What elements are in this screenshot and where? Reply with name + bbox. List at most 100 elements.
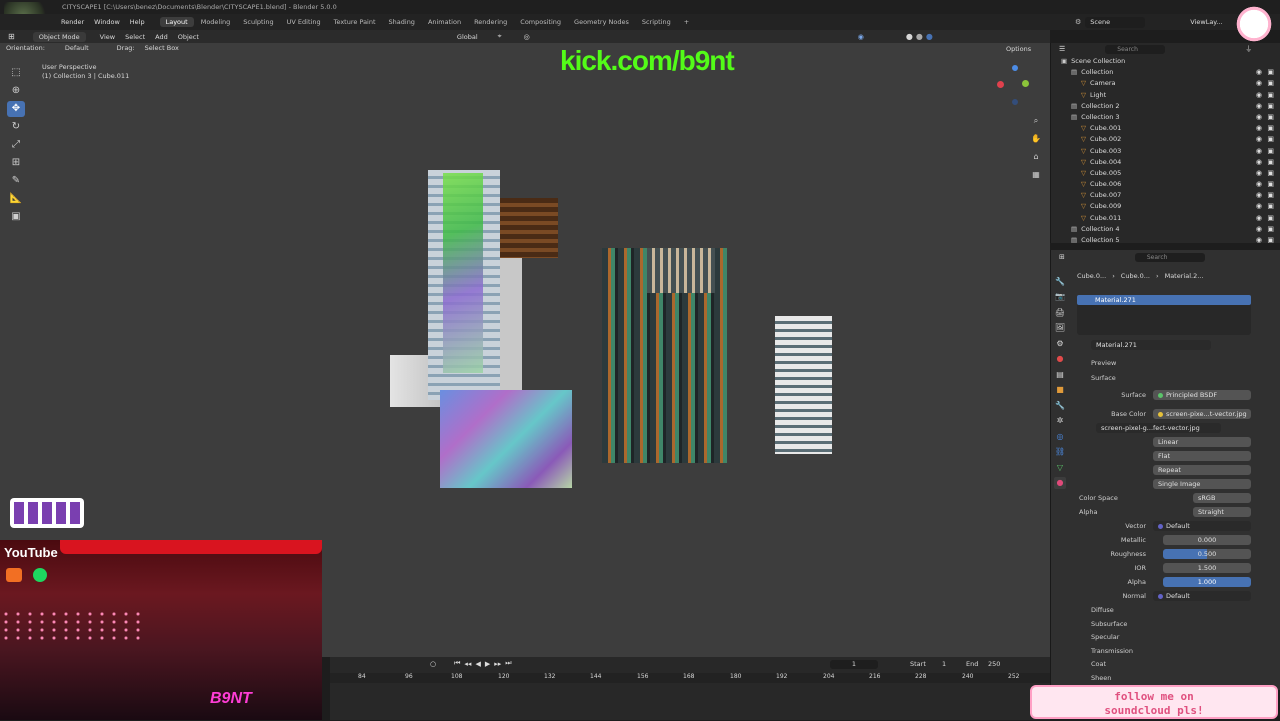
editor-type-icon[interactable]: ⊞ bbox=[8, 32, 15, 41]
tool-tab-icon[interactable]: 🔧 bbox=[1054, 276, 1066, 288]
overlays-icon[interactable]: ◉ bbox=[858, 33, 864, 41]
render-camera-icon[interactable]: ▣ bbox=[1267, 213, 1274, 224]
render-camera-icon[interactable]: ▣ bbox=[1267, 112, 1274, 123]
move-tool-icon[interactable]: ✥ bbox=[7, 101, 25, 117]
timeline-ruler[interactable]: 84 96 108 120 132 144 156 168 180 192 20… bbox=[330, 673, 1050, 683]
cursor-tool-icon[interactable]: ⊕ bbox=[7, 83, 25, 99]
visibility-eye-icon[interactable]: ◉ bbox=[1256, 134, 1262, 145]
orientation-dropdown[interactable]: Default bbox=[65, 44, 89, 52]
visibility-eye-icon[interactable]: ◉ bbox=[1256, 213, 1262, 224]
pan-hand-icon[interactable]: ✋ bbox=[1027, 131, 1045, 147]
axis-x-dot[interactable] bbox=[997, 81, 1004, 88]
visibility-eye-icon[interactable]: ◉ bbox=[1256, 190, 1262, 201]
view-layer-tab-icon[interactable]: 🖼 bbox=[1054, 322, 1066, 334]
normal-field[interactable]: Default bbox=[1153, 591, 1251, 601]
particles-tab-icon[interactable]: ✲ bbox=[1054, 415, 1066, 427]
menu-view[interactable]: View bbox=[100, 33, 115, 41]
breadcrumb-mesh[interactable]: Cube.0... bbox=[1121, 272, 1150, 280]
outliner-item[interactable]: ▽ Cube.005 ◉ ▣ bbox=[1051, 168, 1280, 179]
render-camera-icon[interactable]: ▣ bbox=[1267, 78, 1274, 89]
wood-block[interactable] bbox=[500, 198, 558, 258]
outliner-item[interactable]: ▽ Cube.003 ◉ ▣ bbox=[1051, 146, 1280, 157]
grid-ortho-icon[interactable]: ▦ bbox=[1027, 167, 1045, 183]
glitch-texture-stripe[interactable] bbox=[443, 173, 483, 373]
material-slot-list[interactable]: Material.271 bbox=[1077, 295, 1251, 335]
base-color-field[interactable]: screen-pixe...t-vector.jpg bbox=[1153, 409, 1251, 419]
outliner-item[interactable]: ▤ Collection 3 ◉ ▣ bbox=[1051, 112, 1280, 123]
visibility-eye-icon[interactable]: ◉ bbox=[1256, 224, 1262, 235]
visibility-eye-icon[interactable]: ◉ bbox=[1256, 146, 1262, 157]
visibility-eye-icon[interactable]: ◉ bbox=[1256, 90, 1262, 101]
options-button[interactable]: Options bbox=[1006, 45, 1031, 53]
outliner-item[interactable]: ▤ Collection 5 ◉ ▣ bbox=[1051, 235, 1280, 246]
extension-dropdown[interactable]: Repeat bbox=[1153, 465, 1251, 475]
image-name-field[interactable]: screen-pixel-g...fect-vector.jpg bbox=[1096, 423, 1221, 433]
projection-dropdown[interactable]: Flat bbox=[1153, 451, 1251, 461]
breadcrumb-material[interactable]: Material.2... bbox=[1165, 272, 1204, 280]
outliner-item[interactable]: ▤ Collection 4 ◉ ▣ bbox=[1051, 224, 1280, 235]
current-frame-field[interactable]: 1 bbox=[830, 660, 878, 669]
tab-modeling[interactable]: Modeling bbox=[195, 17, 237, 27]
transform-tool-icon[interactable]: ⊞ bbox=[7, 155, 25, 171]
scene-objects[interactable] bbox=[385, 168, 835, 488]
outliner-editor-icon[interactable]: ☰ bbox=[1059, 45, 1065, 53]
add-cube-tool-icon[interactable]: ▣ bbox=[7, 209, 25, 225]
outliner-item[interactable]: ▽ Cube.004 ◉ ▣ bbox=[1051, 157, 1280, 168]
visibility-eye-icon[interactable]: ◉ bbox=[1256, 112, 1262, 123]
visibility-eye-icon[interactable]: ◉ bbox=[1256, 78, 1262, 89]
menu-window[interactable]: Window bbox=[89, 14, 125, 30]
visibility-eye-icon[interactable]: ◉ bbox=[1256, 235, 1262, 246]
jump-end-icon[interactable]: ⏭ bbox=[505, 659, 511, 668]
play-reverse-icon[interactable]: ◀ bbox=[475, 660, 480, 668]
filter-icon[interactable]: ⏚ bbox=[1245, 44, 1252, 54]
roughness-slider[interactable]: 0.500 bbox=[1163, 549, 1251, 559]
outliner-item[interactable]: ▽ Camera ◉ ▣ bbox=[1051, 78, 1280, 89]
properties-search[interactable]: Search bbox=[1134, 252, 1205, 262]
drag-dropdown[interactable]: Select Box bbox=[145, 44, 179, 52]
scene-selector[interactable]: Scene bbox=[1085, 16, 1146, 28]
physics-tab-icon[interactable]: ◎ bbox=[1054, 431, 1066, 443]
snap-icon[interactable]: ⌖ bbox=[498, 32, 502, 41]
metallic-slider[interactable]: 0.000 bbox=[1163, 535, 1251, 545]
alpha-slider[interactable]: 1.000 bbox=[1163, 577, 1251, 587]
record-icon[interactable]: ○ bbox=[430, 660, 436, 668]
surface-section[interactable]: Surface bbox=[1091, 374, 1116, 382]
scale-tool-icon[interactable]: ⤢ bbox=[7, 137, 25, 153]
constraints-tab-icon[interactable]: ⛓ bbox=[1054, 446, 1066, 458]
render-camera-icon[interactable]: ▣ bbox=[1267, 146, 1274, 157]
material-tab-icon[interactable]: ● bbox=[1054, 477, 1066, 489]
breadcrumb-object[interactable]: Cube.0... bbox=[1077, 272, 1106, 280]
building-right-grid[interactable] bbox=[775, 316, 832, 454]
proportional-icon[interactable]: ◎ bbox=[524, 33, 530, 41]
holo-block[interactable] bbox=[440, 390, 572, 488]
outliner-item[interactable]: ▽ Cube.001 ◉ ▣ bbox=[1051, 123, 1280, 134]
transmission-section[interactable]: Transmission bbox=[1091, 647, 1133, 655]
render-camera-icon[interactable]: ▣ bbox=[1267, 235, 1274, 246]
zoom-icon[interactable]: ⌕ bbox=[1027, 113, 1045, 129]
visibility-eye-icon[interactable]: ◉ bbox=[1256, 179, 1262, 190]
surface-shader-field[interactable]: Principled BSDF bbox=[1153, 390, 1251, 400]
visibility-eye-icon[interactable]: ◉ bbox=[1256, 168, 1262, 179]
measure-tool-icon[interactable]: 📐 bbox=[7, 191, 25, 207]
ior-slider[interactable]: 1.500 bbox=[1163, 563, 1251, 573]
material-slot-row[interactable]: Material.271 bbox=[1077, 295, 1251, 305]
mode-selector[interactable]: Object Mode bbox=[32, 31, 86, 42]
outliner-item[interactable]: ▽ Cube.011 ◉ ▣ bbox=[1051, 213, 1280, 224]
end-frame-field[interactable]: 250 bbox=[988, 660, 1000, 668]
rotate-tool-icon[interactable]: ↻ bbox=[7, 119, 25, 135]
render-camera-icon[interactable]: ▣ bbox=[1267, 157, 1274, 168]
visibility-eye-icon[interactable]: ◉ bbox=[1256, 123, 1262, 134]
prev-key-icon[interactable]: ◂◂ bbox=[464, 660, 471, 668]
outliner-item[interactable]: ▣ Scene Collection bbox=[1051, 56, 1280, 67]
world-tab-icon[interactable]: ● bbox=[1054, 353, 1066, 365]
tab-animation[interactable]: Animation bbox=[422, 17, 467, 27]
outliner-item[interactable]: ▤ Collection ◉ ▣ bbox=[1051, 67, 1280, 78]
modifier-tab-icon[interactable]: 🔧 bbox=[1054, 400, 1066, 412]
axis-y-dot[interactable] bbox=[1022, 80, 1029, 87]
timeline-editor[interactable]: ○ ⏮ ◂◂ ◀ ▶ ▸▸ ⏭ 1 Start 1 End 250 84 96 … bbox=[330, 657, 1050, 720]
building-white-column[interactable] bbox=[500, 258, 522, 393]
annotate-tool-icon[interactable]: ✎ bbox=[7, 173, 25, 189]
properties-editor-icon[interactable]: ⊞ bbox=[1059, 253, 1065, 261]
next-key-icon[interactable]: ▸▸ bbox=[494, 660, 501, 668]
subsurface-section[interactable]: Subsurface bbox=[1091, 620, 1127, 628]
